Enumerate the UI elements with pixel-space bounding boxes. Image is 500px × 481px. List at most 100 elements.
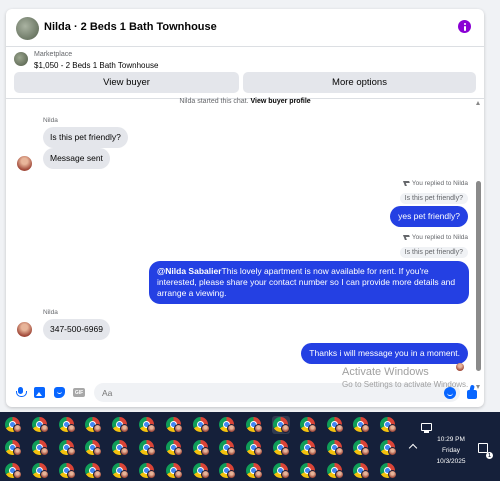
outgoing-message[interactable]: @Nilda SabalierThis lovely apartment is … (149, 261, 469, 304)
chrome-profile-taskbar-button[interactable] (379, 416, 398, 434)
more-options-button[interactable]: More options (243, 72, 476, 93)
profile-badge-icon (281, 470, 290, 479)
listing-title[interactable]: $1,050 - 2 Beds 1 Bath Townhouse (34, 61, 158, 70)
chrome-profile-taskbar-button[interactable] (245, 462, 264, 480)
profile-badge-icon (39, 447, 49, 456)
chrome-profile-taskbar-button[interactable] (218, 439, 237, 457)
clock[interactable]: 10:29 PM Friday 10/3/2025 (431, 434, 471, 467)
microphone-icon[interactable] (15, 387, 27, 398)
chrome-profile-taskbar-button[interactable] (4, 416, 22, 434)
chrome-profile-taskbar-button[interactable] (58, 439, 76, 457)
chrome-profile-taskbar-button[interactable] (352, 416, 371, 434)
thumbs-up-icon[interactable] (464, 385, 477, 399)
chrome-profile-taskbar-button[interactable] (299, 462, 317, 480)
profile-badge-icon (361, 470, 371, 479)
chrome-profile-taskbar-button[interactable] (192, 439, 210, 457)
profile-badge-icon (66, 424, 76, 433)
chrome-profile-taskbar-button[interactable] (138, 416, 156, 434)
outgoing-message[interactable]: Thanks i will message you in a moment. (301, 343, 468, 364)
chrome-profile-taskbar-button[interactable] (4, 462, 22, 480)
chat-title[interactable]: Nilda · 2 Beds 1 Bath Townhouse (44, 21, 217, 33)
info-icon[interactable] (458, 20, 471, 33)
incoming-message[interactable]: 347-500-6969 (43, 319, 110, 340)
gif-icon[interactable]: GIF (73, 388, 85, 397)
chrome-profile-taskbar-button[interactable] (58, 416, 76, 434)
reply-note-text: You replied to Nilda (411, 234, 468, 241)
message-input[interactable] (94, 383, 460, 402)
chrome-profile-taskbar-button[interactable] (379, 439, 398, 457)
incoming-message[interactable]: Message sent (43, 148, 110, 169)
notification-icon[interactable] (478, 443, 488, 453)
chrome-profile-taskbar-button[interactable] (165, 462, 183, 480)
chat-header: Nilda · 2 Beds 1 Bath Townhouse (6, 9, 484, 47)
chevron-up-icon[interactable] (408, 443, 418, 453)
taskbar-row (0, 414, 400, 436)
chrome-profile-taskbar-button[interactable] (111, 416, 130, 434)
profile-badge-icon (200, 447, 210, 456)
chrome-profile-taskbar-button[interactable] (299, 416, 317, 434)
chat-window: Nilda · 2 Beds 1 Bath Townhouse Marketpl… (6, 9, 484, 407)
sender-avatar[interactable] (17, 156, 32, 171)
chrome-profile-taskbar-button[interactable] (31, 439, 49, 457)
quoted-message[interactable]: Is this pet friendly? (399, 193, 468, 204)
chrome-profile-taskbar-button[interactable] (192, 416, 210, 434)
sticker-icon[interactable] (54, 387, 65, 398)
scroll-up-arrow-icon[interactable] (476, 101, 480, 105)
chrome-profile-taskbar-button[interactable] (218, 462, 237, 480)
profile-badge-icon (93, 424, 103, 433)
image-icon[interactable] (34, 387, 45, 398)
chrome-profile-taskbar-button[interactable] (138, 462, 156, 480)
chrome-profile-taskbar-button[interactable] (352, 462, 371, 480)
seen-avatar (456, 363, 464, 371)
quoted-message[interactable]: Is this pet friendly? (399, 247, 468, 258)
profile-badge-icon (307, 424, 317, 433)
chrome-profile-taskbar-button[interactable] (31, 462, 49, 480)
sender-avatar[interactable] (17, 322, 32, 337)
chrome-profile-taskbar-button[interactable] (84, 462, 103, 480)
chrome-profile-taskbar-button[interactable] (272, 462, 290, 480)
listing-thumbnail[interactable] (14, 52, 28, 66)
outgoing-message[interactable]: yes pet friendly? (390, 206, 468, 227)
chrome-profile-taskbar-button[interactable] (111, 462, 130, 480)
chrome-profile-taskbar-button[interactable] (326, 439, 344, 457)
scrollbar[interactable] (475, 101, 482, 389)
chrome-profile-taskbar-button[interactable] (138, 439, 156, 457)
emoji-icon[interactable] (444, 387, 456, 399)
chrome-profile-taskbar-button[interactable] (84, 416, 103, 434)
mention[interactable]: @Nilda Sabalier (157, 266, 222, 276)
profile-badge-icon (388, 447, 398, 456)
chrome-profile-taskbar-button[interactable] (326, 462, 344, 480)
chrome-profile-taskbar-button[interactable] (192, 462, 210, 480)
network-icon[interactable] (421, 423, 432, 433)
chrome-profile-taskbar-button[interactable] (272, 416, 290, 434)
reply-note: You replied to Nilda (402, 234, 468, 241)
chrome-profile-taskbar-button[interactable] (245, 416, 264, 434)
view-buyer-profile-link[interactable]: View buyer profile (251, 98, 311, 105)
chrome-profile-taskbar-button[interactable] (4, 439, 22, 457)
chrome-profile-taskbar-button[interactable] (218, 416, 237, 434)
chrome-profile-taskbar-button[interactable] (58, 462, 76, 480)
profile-badge-icon (227, 470, 237, 479)
sender-name: Nilda (43, 309, 58, 316)
chrome-profile-taskbar-button[interactable] (326, 416, 344, 434)
profile-badge-icon (334, 447, 344, 456)
chrome-profile-taskbar-button[interactable] (165, 439, 183, 457)
chrome-profile-taskbar-button[interactable] (245, 439, 264, 457)
chrome-profile-taskbar-button[interactable] (31, 416, 49, 434)
scroll-thumb[interactable] (476, 181, 481, 371)
profile-badge-icon (13, 470, 22, 479)
chrome-profile-taskbar-button[interactable] (111, 439, 130, 457)
chrome-profile-taskbar-button[interactable] (299, 439, 317, 457)
incoming-message[interactable]: Is this pet friendly? (43, 127, 128, 148)
profile-badge-icon (361, 424, 371, 433)
chrome-profile-taskbar-button[interactable] (165, 416, 183, 434)
chrome-profile-taskbar-button[interactable] (379, 462, 398, 480)
profile-badge-icon (39, 470, 49, 479)
clock-date: 10/3/2025 (436, 458, 466, 465)
view-buyer-button[interactable]: View buyer (14, 72, 239, 93)
contact-avatar[interactable] (16, 17, 39, 40)
chrome-profile-taskbar-button[interactable] (352, 439, 371, 457)
profile-badge-icon (388, 470, 398, 479)
chrome-profile-taskbar-button[interactable] (84, 439, 103, 457)
chrome-profile-taskbar-button[interactable] (272, 439, 290, 457)
